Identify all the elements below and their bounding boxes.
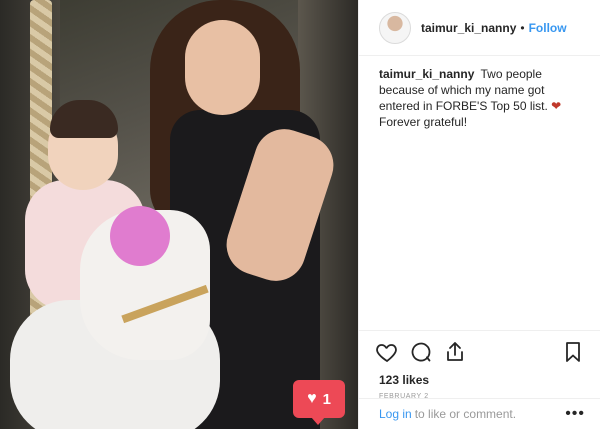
share-icon[interactable] <box>443 340 467 364</box>
caption-line-2: Forever grateful! <box>379 115 468 129</box>
comment-icon[interactable] <box>409 340 433 364</box>
post-header: taimur_ki_nanny • Follow <box>359 0 600 56</box>
avatar[interactable] <box>379 11 411 44</box>
post-photo[interactable]: ♥ 1 <box>0 0 358 429</box>
heart-icon: ♥ <box>307 390 317 407</box>
action-icons <box>375 337 585 367</box>
like-notification-count: 1 <box>322 390 331 408</box>
heart-icon[interactable] <box>375 340 399 364</box>
photo-baby-hair <box>50 100 118 138</box>
post-actions: 123 likes FEBRUARY 2 <box>359 330 600 400</box>
bookmark-icon[interactable] <box>561 340 585 364</box>
follow-button[interactable]: Follow <box>529 21 567 35</box>
caption-username[interactable]: taimur_ki_nanny <box>379 67 474 81</box>
separator-dot: • <box>520 20 525 35</box>
like-notification-badge[interactable]: ♥ 1 <box>293 380 345 425</box>
post-footer: Log in to like or comment. ••• <box>359 398 600 429</box>
post-sidebar: taimur_ki_nanny • Follow taimur_ki_nanny… <box>358 0 600 429</box>
more-options-icon[interactable]: ••• <box>565 405 585 423</box>
login-suffix: to like or comment. <box>414 407 517 421</box>
photo-woman-face <box>185 20 260 115</box>
photo-horse-mane <box>110 206 170 266</box>
likes-count[interactable]: 123 likes <box>375 373 585 387</box>
post-caption: taimur_ki_nanny Two people because of wh… <box>359 56 600 130</box>
login-link[interactable]: Log in <box>379 407 412 421</box>
caption-heart-icon: ❤ <box>551 99 562 113</box>
username-link[interactable]: taimur_ki_nanny <box>421 21 516 35</box>
